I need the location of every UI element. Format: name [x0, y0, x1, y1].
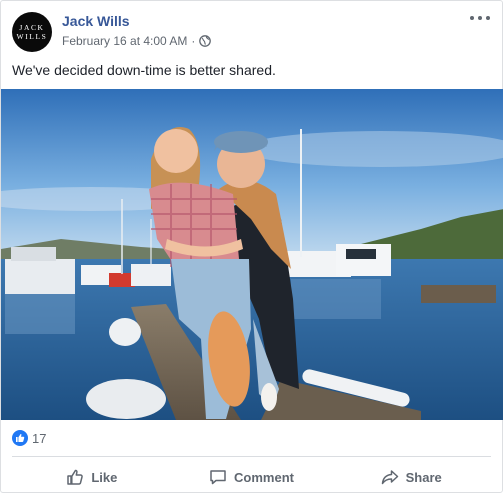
- post-timestamp[interactable]: February 16 at 4:00 AM: [62, 34, 187, 48]
- post-actions: Like Comment Share: [12, 460, 491, 493]
- share-button[interactable]: Share: [331, 460, 491, 493]
- globe-icon[interactable]: [199, 35, 212, 47]
- more-options-icon[interactable]: [470, 11, 490, 25]
- post-meta: February 16 at 4:00 AM ·: [62, 34, 212, 48]
- share-label: Share: [405, 469, 442, 485]
- post-caption: We've decided down-time is better shared…: [12, 62, 276, 78]
- share-icon: [381, 470, 398, 485]
- divider: [12, 456, 491, 457]
- avatar-text-line1: JACK: [19, 23, 45, 32]
- like-button[interactable]: Like: [12, 460, 172, 493]
- meta-separator: ·: [191, 34, 196, 48]
- comment-button[interactable]: Comment: [172, 460, 332, 493]
- comment-icon: [210, 470, 226, 485]
- reactions-summary[interactable]: 17: [12, 429, 46, 447]
- reaction-count: 17: [32, 430, 47, 446]
- post-card: JACK WILLS Jack Wills February 16 at 4:0…: [0, 0, 503, 493]
- author-name[interactable]: Jack Wills: [62, 13, 130, 29]
- post-photo[interactable]: [1, 89, 503, 420]
- avatar-text-line2: WILLS: [16, 32, 48, 41]
- thumbs-up-icon: [67, 469, 84, 485]
- comment-label: Comment: [234, 469, 294, 485]
- photo-scene: [1, 89, 503, 420]
- like-label: Like: [91, 469, 118, 485]
- like-icon: [12, 430, 28, 446]
- avatar[interactable]: JACK WILLS: [12, 12, 52, 52]
